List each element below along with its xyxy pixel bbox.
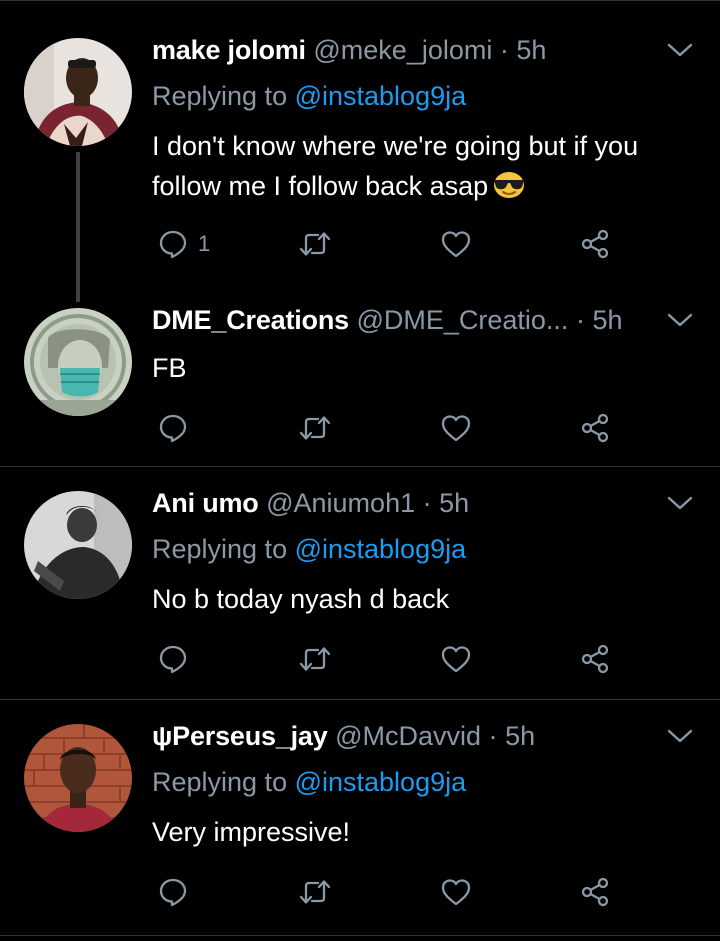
reply-icon (158, 229, 188, 259)
share-button[interactable] (580, 639, 612, 679)
separator-dot: · (422, 488, 432, 518)
reply-button[interactable] (158, 408, 188, 448)
user-handle[interactable]: @meke_jolomi (313, 35, 492, 65)
like-icon (440, 644, 472, 674)
retweet-icon (298, 413, 332, 443)
reply-button[interactable] (158, 639, 188, 679)
tweet-header: DME_Creations @DME_Creatio... · 5h (152, 302, 697, 338)
reply-icon (158, 877, 188, 907)
retweet-icon (298, 877, 332, 907)
chevron-down-icon[interactable] (664, 38, 696, 62)
tweet-actions: 1 (152, 224, 692, 264)
retweet-button[interactable] (298, 639, 332, 679)
display-name[interactable]: ψPerseus_jay (152, 721, 328, 751)
tweet-make-jolomi[interactable]: make jolomi @meke_jolomi · 5h Replying t… (0, 0, 720, 302)
share-icon (580, 643, 612, 675)
thread-line (76, 152, 80, 302)
tweet-divider (0, 935, 720, 936)
tweet-actions (152, 408, 692, 448)
replying-to: Replying to @instablog9ja (152, 78, 466, 114)
tweet-text-line-2: follow me I follow back asap (152, 166, 697, 210)
retweet-icon (298, 644, 332, 674)
avatar[interactable] (24, 38, 132, 146)
separator-dot: · (499, 35, 509, 65)
mention-link[interactable]: @instablog9ja (295, 534, 467, 564)
tweet-text: No b today nyash d back (152, 584, 450, 614)
timestamp[interactable]: 5h (505, 721, 535, 751)
avatar[interactable] (24, 308, 132, 416)
reply-icon (158, 413, 188, 443)
replying-label: Replying to (152, 534, 295, 564)
separator-dot: · (575, 305, 585, 335)
user-handle[interactable]: @McDavvid (335, 721, 481, 751)
tweet-dme-creations[interactable]: DME_Creations @DME_Creatio... · 5h FB (0, 300, 720, 466)
avatar[interactable] (24, 724, 132, 832)
tweet-text-line: I don't know where we're going but if yo… (152, 131, 639, 161)
like-icon (440, 413, 472, 443)
timestamp[interactable]: 5h (439, 488, 469, 518)
replying-to: Replying to @instablog9ja (152, 531, 466, 567)
tweet-header: ψPerseus_jay @McDavvid · 5h (152, 718, 697, 754)
display-name[interactable]: make jolomi (152, 35, 306, 65)
like-icon (440, 229, 472, 259)
reply-button[interactable]: 1 (158, 224, 210, 264)
chevron-down-icon[interactable] (664, 308, 696, 332)
reply-count: 1 (198, 231, 211, 256)
replying-label: Replying to (152, 81, 295, 111)
separator-dot: · (488, 721, 498, 751)
share-icon (580, 412, 612, 444)
like-button[interactable] (440, 872, 472, 912)
like-button[interactable] (440, 408, 472, 448)
timestamp[interactable]: 5h (592, 305, 622, 335)
sunglasses-emoji-icon (492, 169, 526, 210)
replying-label: Replying to (152, 767, 295, 797)
tweet-header: Ani umo @Aniumoh1 · 5h (152, 485, 697, 521)
share-button[interactable] (580, 224, 612, 264)
timestamp[interactable]: 5h (516, 35, 546, 65)
like-icon (440, 877, 472, 907)
share-button[interactable] (580, 408, 612, 448)
like-button[interactable] (440, 639, 472, 679)
share-icon (580, 228, 612, 260)
retweet-icon (298, 229, 332, 259)
share-button[interactable] (580, 872, 612, 912)
avatar[interactable] (24, 491, 132, 599)
display-name[interactable]: Ani umo (152, 488, 259, 518)
retweet-button[interactable] (298, 224, 332, 264)
tweet-actions (152, 639, 692, 679)
reply-icon (158, 644, 188, 674)
chevron-down-icon[interactable] (664, 724, 696, 748)
retweet-button[interactable] (298, 872, 332, 912)
tweet-actions (152, 872, 692, 912)
user-handle[interactable]: @Aniumoh1 (266, 488, 415, 518)
chevron-down-icon[interactable] (664, 491, 696, 515)
tweet-perseus-jay[interactable]: ψPerseus_jay @McDavvid · 5h Replying to … (0, 700, 720, 941)
display-name[interactable]: DME_Creations (152, 305, 349, 335)
replying-to: Replying to @instablog9ja (152, 764, 466, 800)
tweet-header: make jolomi @meke_jolomi · 5h (152, 32, 697, 68)
tweet-text-line: follow me I follow back asap (152, 171, 489, 201)
like-button[interactable] (440, 224, 472, 264)
mention-link[interactable]: @instablog9ja (295, 767, 467, 797)
tweet-text: I don't know where we're going but if yo… (152, 126, 697, 210)
retweet-button[interactable] (298, 408, 332, 448)
mention-link[interactable]: @instablog9ja (295, 81, 467, 111)
tweet-ani-umo[interactable]: Ani umo @Aniumoh1 · 5h Replying to @inst… (0, 467, 720, 699)
user-handle[interactable]: @DME_Creatio... (356, 305, 568, 335)
tweet-text: Very impressive! (152, 817, 351, 847)
reply-button[interactable] (158, 872, 188, 912)
tweet-text: FB (152, 353, 187, 383)
share-icon (580, 876, 612, 908)
